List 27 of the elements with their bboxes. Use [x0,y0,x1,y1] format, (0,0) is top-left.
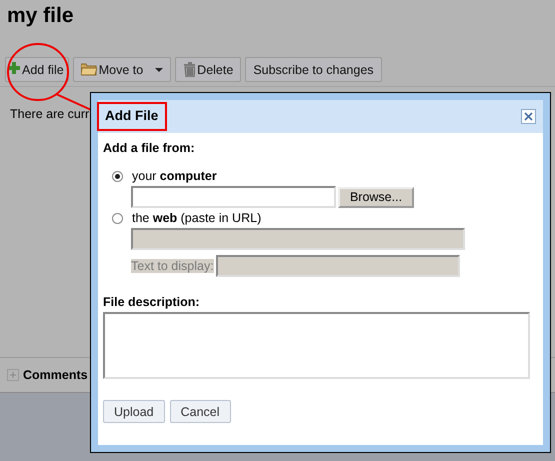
dialog-button[interactable]: Cancel [170,400,231,423]
section-label: Add a file from: [103,141,196,155]
toolbar-button[interactable]: Delete [175,57,242,82]
toolbar-button[interactable]: Subscribe to changes [245,57,382,82]
section-label: File description: [103,295,201,309]
toolbar-button[interactable]: Move to [72,57,172,82]
folder-icon [80,62,97,77]
caret-icon [155,68,164,72]
close-button[interactable] [521,109,536,124]
comments-label[interactable]: Comments [23,368,88,382]
browse-button[interactable]: Browse... [338,186,414,208]
field-label: Text to display: [131,259,214,273]
close-icon [523,111,534,122]
description-field[interactable] [103,312,530,379]
plus-icon [8,370,18,380]
file-path-field[interactable] [131,186,336,208]
radio-label[interactable]: your computer [132,169,217,183]
dialog-button[interactable]: Upload [103,400,165,423]
radio-button[interactable] [112,212,123,224]
toolbar-button[interactable]: Add file [5,57,69,82]
url-field[interactable] [131,228,465,250]
radio-label[interactable]: the web (paste in URL) [132,211,262,225]
dialog-title: Add File [97,102,168,131]
page-title: my file [6,3,75,29]
radio-button[interactable] [112,170,123,182]
trash-icon [183,62,196,77]
plus-icon [8,62,20,77]
